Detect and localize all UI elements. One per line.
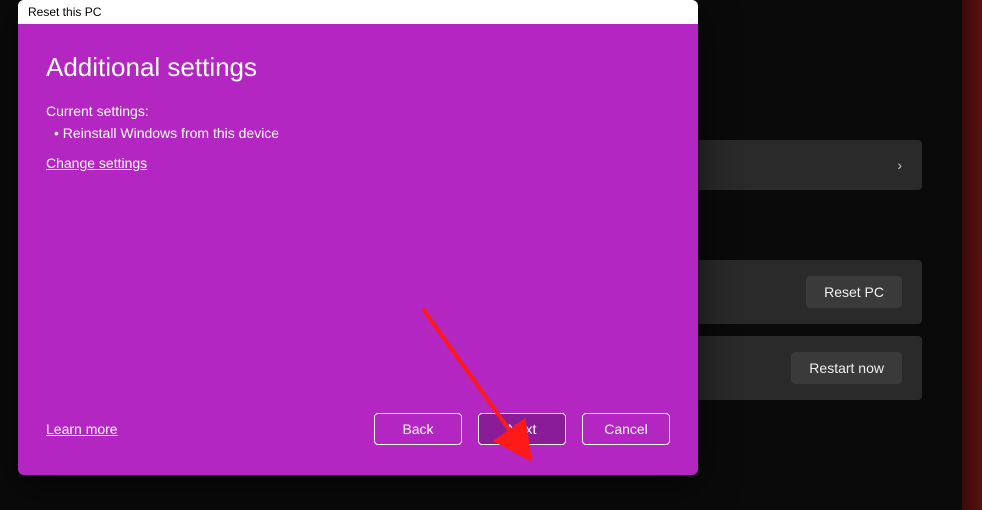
dialog-body: Additional settings Current settings: Re… bbox=[18, 24, 698, 473]
setting-bullet-1: Reinstall Windows from this device bbox=[46, 125, 670, 141]
next-button[interactable]: Next bbox=[478, 413, 566, 445]
dialog-footer: Learn more Back Next Cancel bbox=[46, 413, 670, 453]
cancel-button[interactable]: Cancel bbox=[582, 413, 670, 445]
dialog-heading: Additional settings bbox=[46, 52, 670, 83]
current-settings-label: Current settings: bbox=[46, 103, 670, 119]
reset-pc-dialog: Reset this PC Additional settings Curren… bbox=[18, 0, 698, 475]
dialog-window-title: Reset this PC bbox=[18, 0, 698, 24]
window-right-accent bbox=[962, 0, 982, 510]
restart-now-button[interactable]: Restart now bbox=[791, 352, 902, 384]
chevron-right-icon: › bbox=[897, 157, 902, 173]
learn-more-link[interactable]: Learn more bbox=[46, 421, 118, 437]
back-button[interactable]: Back bbox=[374, 413, 462, 445]
reset-pc-button[interactable]: Reset PC bbox=[806, 276, 902, 308]
change-settings-link[interactable]: Change settings bbox=[46, 155, 670, 171]
